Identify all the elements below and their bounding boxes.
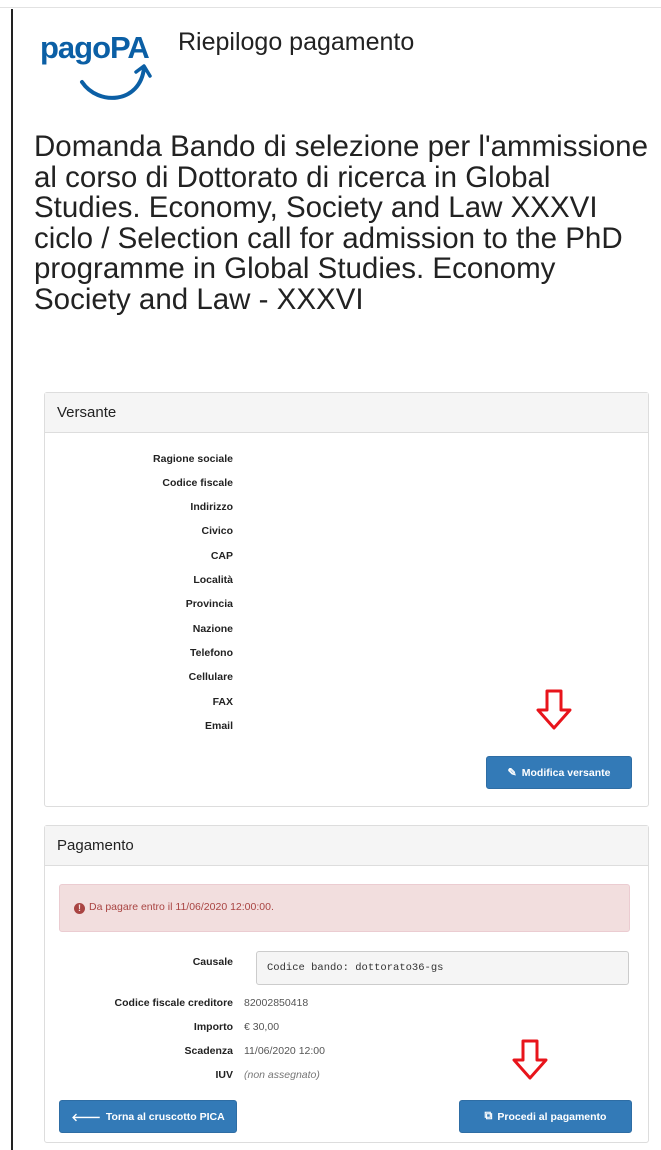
field-label: Codice fiscale [162, 477, 233, 489]
field-label: Ragione sociale [153, 453, 233, 465]
field-label: IUV [215, 1069, 233, 1081]
top-border [0, 0, 661, 8]
field-provincia: Provincia [45, 598, 233, 616]
field-label: Codice fiscale creditore [114, 997, 233, 1009]
proceed-to-payment-button[interactable]: ⧉ Procedi al pagamento [459, 1100, 632, 1133]
pagopa-logo: pagoPA [40, 30, 152, 108]
field-label: Causale [192, 956, 233, 968]
arrow-left-icon: 🡐 [71, 1111, 101, 1124]
page-title: Riepilogo pagamento [178, 28, 415, 56]
field-causale: Causale [45, 956, 233, 974]
back-to-dashboard-label: Torna al cruscotto PICA [105, 1110, 225, 1123]
external-link-icon: ⧉ [484, 1110, 493, 1122]
edit-versante-label: Modifica versante [521, 766, 611, 779]
field-email: Email [45, 720, 233, 738]
field-nazione: Nazione [45, 623, 233, 641]
pagamento-panel-title: Pagamento [45, 826, 648, 866]
field-ragione-sociale: Ragione sociale [45, 453, 233, 471]
field-value: € 30,00 [244, 1021, 280, 1033]
down-arrow-icon [512, 1039, 548, 1080]
field-localita: Località [45, 574, 233, 592]
down-arrow-icon [536, 689, 572, 730]
field-codice-fiscale: Codice fiscale [45, 477, 233, 495]
pagamento-panel: Pagamento ! Da pagare entro il 11/06/2020… [44, 825, 649, 1143]
field-label: Importo [193, 1021, 233, 1033]
field-label: Indirizzo [190, 501, 233, 513]
field-value: (non assegnato) [244, 1069, 320, 1081]
field-cap: CAP [45, 550, 233, 568]
field-label: Telefono [190, 647, 233, 659]
proceed-to-payment-label: Procedi al pagamento [497, 1110, 607, 1123]
versante-panel-title: Versante [45, 393, 648, 433]
field-fax: FAX [45, 696, 233, 714]
back-to-dashboard-button[interactable]: 🡐 Torna al cruscotto PICA [59, 1100, 237, 1133]
field-iuv: IUV [45, 1069, 233, 1087]
field-label: Scadenza [184, 1045, 233, 1057]
causale-field: Codice bando: dottorato36-gs [256, 951, 629, 985]
payment-description: Domanda Bando di selezione per l'ammissi… [34, 130, 648, 316]
field-label: CAP [210, 550, 233, 562]
due-date-alert: ! Da pagare entro il 11/06/2020 12:00:00. [59, 884, 630, 932]
field-telefono: Telefono [45, 647, 233, 665]
edit-icon: ✎ [507, 767, 517, 779]
field-label: Località [193, 574, 233, 586]
field-label: Civico [201, 525, 233, 537]
field-codice-fiscale-creditore: Codice fiscale creditore [45, 997, 233, 1015]
due-date-text: Da pagare entro il 11/06/2020 12:00:00. [89, 901, 274, 913]
field-civico: Civico [45, 525, 233, 543]
field-value: 11/06/2020 12:00 [244, 1045, 325, 1057]
field-importo: Importo [45, 1021, 233, 1039]
field-scadenza: Scadenza [45, 1045, 233, 1063]
versante-panel: Versante Ragione sociale Codice fiscale … [44, 392, 649, 807]
edit-versante-button[interactable]: ✎ Modifica versante [486, 756, 632, 789]
field-label: Nazione [192, 623, 233, 635]
field-cellulare: Cellulare [45, 671, 233, 689]
field-label: Cellulare [188, 671, 233, 683]
field-label: FAX [212, 696, 233, 708]
field-indirizzo: Indirizzo [45, 501, 233, 519]
logo-swoosh-icon [80, 64, 152, 100]
field-label: Email [204, 720, 233, 732]
exclamation-circle-icon: ! [74, 903, 85, 914]
field-value: 82002850418 [244, 997, 309, 1009]
field-label: Provincia [185, 598, 233, 610]
